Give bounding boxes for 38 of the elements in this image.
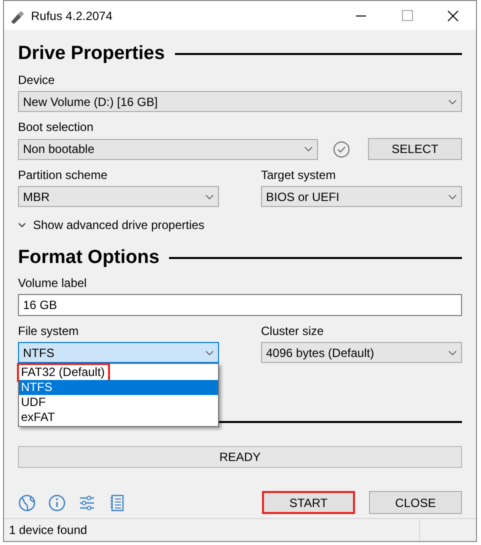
- dropdown-option[interactable]: exFAT: [19, 410, 218, 425]
- volume-label-field[interactable]: 16 GB: [18, 294, 462, 316]
- chevron-down-icon: [205, 350, 214, 356]
- chevron-down-icon: [205, 194, 214, 200]
- field-label: Device: [18, 73, 55, 87]
- status-text: 1 device found: [9, 522, 88, 539]
- dropdown[interactable]: Non bootable: [18, 138, 318, 160]
- select-button[interactable]: SELECT: [368, 138, 462, 160]
- advanced-toggle[interactable]: Show advanced drive properties: [18, 216, 204, 234]
- check-icon: [333, 140, 350, 158]
- field-label: Cluster size: [261, 324, 324, 338]
- chevron-down-icon: [448, 350, 457, 356]
- info-icon[interactable]: [48, 494, 66, 512]
- dropdown[interactable]: 4096 bytes (Default): [261, 342, 462, 363]
- field-label: Target system: [261, 168, 336, 182]
- dropdown-option[interactable]: NTFS: [19, 380, 218, 395]
- action-button[interactable]: CLOSE: [369, 491, 462, 514]
- globe-icon[interactable]: [18, 494, 36, 512]
- dropdown-option[interactable]: FAT32 (Default): [19, 365, 108, 380]
- chevron-down-icon: [448, 98, 457, 104]
- chevron-down-icon: [304, 146, 313, 152]
- action-button[interactable]: START: [262, 491, 355, 514]
- dropdown[interactable]: MBR: [18, 186, 219, 207]
- section-heading: Format Options: [18, 246, 160, 270]
- field-label: Partition scheme: [18, 168, 108, 182]
- field-label: Volume label: [18, 276, 87, 290]
- dropdown[interactable]: NTFS: [18, 342, 219, 363]
- section-heading: Drive Properties: [18, 42, 165, 66]
- field-label: File system: [18, 324, 79, 338]
- window-title: Rufus 4.2.2074: [31, 8, 112, 24]
- settings-icon[interactable]: [78, 494, 96, 512]
- chevron-icon: [18, 222, 26, 228]
- log-icon[interactable]: [108, 494, 126, 512]
- dropdown[interactable]: New Volume (D:) [16 GB]: [18, 91, 462, 112]
- field-label: Boot selection: [18, 120, 94, 134]
- dropdown[interactable]: BIOS or UEFI: [261, 186, 462, 207]
- chevron-down-icon: [448, 194, 457, 200]
- dropdown-option[interactable]: UDF: [19, 395, 218, 410]
